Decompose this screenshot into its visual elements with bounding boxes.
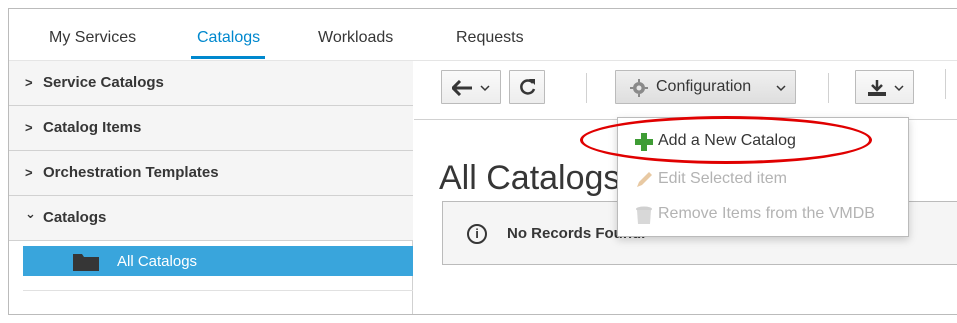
toolbar-separator (828, 73, 829, 103)
accordion-service-catalogs[interactable]: > Service Catalogs (9, 61, 413, 106)
tab-catalogs[interactable]: Catalogs (197, 29, 260, 47)
tree-divider (23, 290, 413, 291)
top-nav: My Services Catalogs Workloads Requests (9, 9, 957, 61)
chevron-down-icon (776, 85, 786, 92)
trash-icon (636, 206, 652, 224)
plus-icon (635, 133, 653, 151)
chevron-right-icon: > (25, 165, 33, 180)
toolbar: Configuration (414, 61, 957, 120)
menu-item-label: Remove Items from the VMDB (658, 205, 875, 222)
menu-item-label: Add a New Catalog (658, 132, 796, 149)
chevron-right-icon: > (25, 75, 33, 90)
info-icon: i (467, 224, 487, 244)
menu-item-add-new-catalog[interactable]: Add a New Catalog (618, 125, 908, 157)
menu-item-edit-selected[interactable]: Edit Selected item (618, 163, 908, 195)
accordion-label: Catalogs (43, 209, 107, 226)
tab-requests[interactable]: Requests (456, 29, 524, 47)
configuration-button[interactable]: Configuration (615, 70, 796, 104)
tab-workloads[interactable]: Workloads (318, 29, 393, 47)
toolbar-separator (586, 73, 587, 103)
menu-item-remove-items[interactable]: Remove Items from the VMDB (618, 198, 908, 230)
accordion-label: Orchestration Templates (43, 164, 219, 181)
refresh-icon (520, 79, 536, 95)
chevron-down-icon (480, 85, 490, 92)
pencil-icon (637, 172, 652, 187)
tab-my-services[interactable]: My Services (49, 29, 136, 47)
refresh-button[interactable] (509, 70, 545, 104)
accordion-label: Service Catalogs (43, 74, 164, 91)
download-icon (868, 80, 886, 96)
accordion-label: Catalog Items (43, 119, 142, 136)
toolbar-separator (945, 69, 946, 99)
gear-icon (630, 79, 648, 97)
app-frame: My Services Catalogs Workloads Requests … (8, 8, 957, 315)
active-tab-indicator (191, 56, 265, 59)
folder-icon (73, 254, 99, 271)
tree-item-all-catalogs[interactable]: All Catalogs (23, 246, 413, 276)
tree-item-label: All Catalogs (117, 253, 198, 270)
download-button[interactable] (855, 70, 914, 104)
configuration-dropdown: Add a New Catalog Edit Selected item Rem… (617, 117, 909, 237)
chevron-down-icon: ⌄ (25, 206, 36, 221)
arrow-left-icon (452, 80, 472, 96)
back-button[interactable] (441, 70, 501, 104)
chevron-right-icon: > (25, 120, 33, 135)
configuration-label: Configuration (656, 78, 752, 95)
menu-item-label: Edit Selected item (658, 170, 787, 187)
accordion-catalogs[interactable]: ⌄ Catalogs (9, 196, 413, 241)
page-title: All Catalogs (439, 159, 621, 197)
accordion-orchestration-templates[interactable]: > Orchestration Templates (9, 151, 413, 196)
accordion-catalog-items[interactable]: > Catalog Items (9, 106, 413, 151)
chevron-down-icon (894, 85, 904, 92)
sidebar: > Service Catalogs > Catalog Items > Orc… (9, 61, 413, 314)
